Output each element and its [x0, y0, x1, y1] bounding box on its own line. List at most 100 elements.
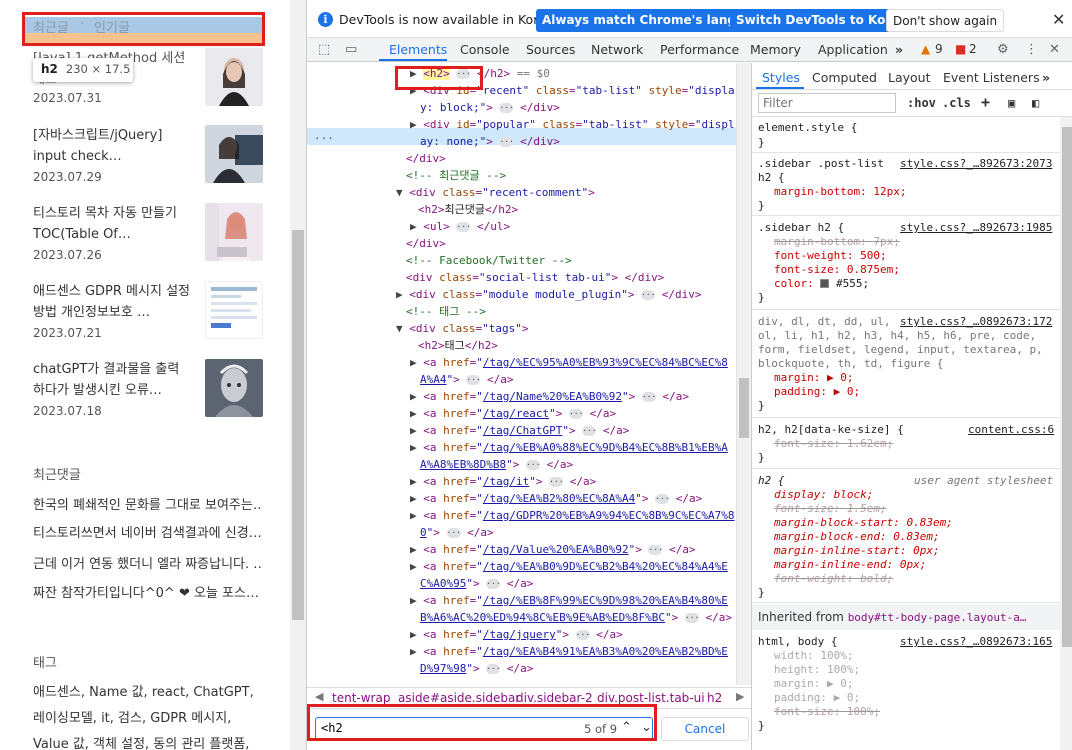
style-rule[interactable]: .sidebar h2 { style.css?_…892673:1985 ma…: [752, 216, 1060, 310]
rule-source-link[interactable]: style.css?_…892673:2073: [900, 157, 1052, 171]
rule-property-inactive[interactable]: margin: ▶ 0;: [774, 677, 853, 691]
post-item[interactable]: [자바스크립트/jQuery] input check… 2023.07.29: [33, 125, 263, 185]
rule-source-link[interactable]: style.css?_…0892673:165: [900, 635, 1052, 649]
tree-line[interactable]: ▼ <div class="tags">: [396, 320, 529, 337]
inherited-element-link[interactable]: body#tt-body-page.layout-a…: [848, 611, 1027, 624]
post-thumbnail[interactable]: [205, 203, 263, 261]
tree-line[interactable]: ▶ <div class="module module_plugin"> ···…: [396, 286, 701, 303]
tree-tag-link[interactable]: ▶ <a href="/tag/it"> ··· </a>: [410, 473, 596, 490]
tab-event-listeners[interactable]: Event Listeners: [943, 70, 1040, 85]
dom-tree-scrollbar[interactable]: [736, 63, 751, 685]
tree-tag-link[interactable]: ▶ <a href="/tag/Value%20%EA%B0%92"> ··· …: [410, 541, 696, 558]
style-rule[interactable]: html, body { style.css?_…0892673:165 wid…: [752, 630, 1060, 750]
tab-sources[interactable]: Sources: [526, 42, 575, 57]
comment-item[interactable]: 티스토리쓰면서 네이버 검색결과에 신경…: [33, 522, 263, 541]
post-title[interactable]: 애드센스 GDPR 메시지 설정 방법 개인정보보호 …: [33, 281, 193, 323]
comment-item[interactable]: 한국의 폐쇄적인 문화를 그대로 보여주는…: [33, 494, 263, 513]
comment-item[interactable]: 근데 이거 연동 했더니 엘라 짜증납니다. …: [33, 553, 263, 572]
post-item[interactable]: 애드센스 GDPR 메시지 설정 방법 개인정보보호 … 2023.07.21: [33, 281, 263, 341]
breadcrumb-item[interactable]: aside#aside.sidebar: [398, 691, 520, 705]
rule-property[interactable]: font-weight: 500;: [774, 249, 887, 263]
rule-property[interactable]: font-size: 0.875em;: [774, 263, 900, 277]
page-scrollbar[interactable]: [290, 0, 306, 750]
comment-item[interactable]: 짜잔 참작가티입니다^0^ ❤ 오늘 포스…: [33, 582, 263, 601]
tree-tag-link[interactable]: ▶ <a href="/tag/%EA%B4%91%EA%B3%A0%20%EA…: [410, 643, 728, 660]
more-subtabs-icon[interactable]: »: [1042, 70, 1050, 85]
tab-styles[interactable]: Styles: [762, 70, 800, 85]
style-rule[interactable]: div, dl, dt, dd, ul, style.css?_…0892673…: [752, 310, 1060, 418]
inspect-element-icon[interactable]: ⬚: [318, 42, 330, 57]
tree-tag-link[interactable]: ▶ <a href="/tag/jquery"> ··· </a>: [410, 626, 623, 643]
rule-property-inactive[interactable]: padding: ▶ 0;: [774, 691, 860, 705]
styles-filter-input[interactable]: [758, 93, 896, 113]
breadcrumb-item[interactable]: h2: [707, 691, 722, 705]
styles-scrollbar-thumb[interactable]: [1062, 127, 1072, 647]
tree-line[interactable]: <h2>최근댓글</h2>: [418, 201, 518, 218]
add-rule-icon[interactable]: +: [981, 93, 990, 111]
breadcrumb-item[interactable]: div.sidebar-2: [516, 691, 593, 705]
style-rule[interactable]: h2, h2[data-ke-size] { content.css:6 fon…: [752, 418, 1060, 469]
tree-line[interactable]: ▼ <div class="recent-comment">: [396, 184, 595, 201]
rule-property[interactable]: padding: ▶ 0;: [774, 385, 860, 399]
post-thumbnail[interactable]: [205, 125, 263, 183]
cancel-button[interactable]: Cancel: [661, 717, 749, 741]
tree-tag-link[interactable]: ▶ <a href="/tag/ChatGPT"> ··· </a>: [410, 422, 629, 439]
post-title[interactable]: [자바스크립트/jQuery] input check…: [33, 125, 193, 167]
rule-property-overridden[interactable]: margin-bottom: 7px;: [774, 235, 900, 249]
rule-property[interactable]: margin: ▶ 0;: [774, 371, 853, 385]
tab-computed[interactable]: Computed: [812, 70, 877, 85]
tree-tag-link[interactable]: ▶ <a href="/tag/%EB%A0%88%EC%9D%B4%EC%8B…: [410, 439, 728, 456]
gear-icon[interactable]: ⚙: [997, 42, 1009, 57]
tree-tag-link[interactable]: ▶ <a href="/tag/%EA%B0%9D%EC%B2%B4%20%EC…: [410, 558, 728, 575]
dont-show-again-button[interactable]: Don't show again: [886, 9, 1005, 32]
tag-cloud[interactable]: 애드센스, Name 값, react, ChatGPT, 레이싱모델, it,…: [33, 680, 268, 750]
more-tabs-icon[interactable]: »: [895, 42, 903, 57]
rule-source-link[interactable]: style.css?_…892673:1985: [900, 221, 1052, 235]
warning-icon[interactable]: ▲: [921, 42, 930, 56]
class-toggle[interactable]: .cls: [942, 96, 971, 110]
close-devtools-icon[interactable]: ✕: [1049, 42, 1060, 57]
kebab-menu-icon[interactable]: ⋮: [1025, 42, 1038, 57]
post-item[interactable]: chatGPT가 결과물을 출력 하다가 발생시킨 오류… 2023.07.18: [33, 359, 263, 419]
tree-comment[interactable]: <!-- 태그 -->: [406, 303, 486, 320]
device-toolbar-icon[interactable]: ▭: [345, 42, 357, 57]
tree-tag-link[interactable]: ▶ <a href="/tag/Name%20%EA%B0%92"> ··· <…: [410, 388, 689, 405]
breadcrumb-scroll-left-icon[interactable]: ◀: [315, 690, 323, 703]
breadcrumb-item[interactable]: div.post-list.tab-ui: [597, 691, 705, 705]
rule-property-overridden[interactable]: font-size: 100%;: [774, 705, 880, 719]
style-rule-user-agent[interactable]: h2 { user agent stylesheet display: bloc…: [752, 469, 1060, 603]
post-item[interactable]: 티스토리 목차 자동 만들기 TOC(Table Of… 2023.07.26: [33, 203, 263, 263]
tree-tag-link[interactable]: ▶ <a href="/tag/%EA%B2%80%EC%8A%A4"> ···…: [410, 490, 702, 507]
error-icon[interactable]: ■: [955, 42, 966, 56]
error-count[interactable]: 2: [969, 42, 977, 56]
rule-property[interactable]: margin-bottom: 12px;: [774, 185, 906, 199]
rule-property-overridden[interactable]: font-size: 1.62em;: [774, 437, 893, 451]
tree-tag-link[interactable]: ▶ <a href="/tag/GDPR%20%EB%A9%94%EC%8B%9…: [410, 507, 735, 524]
breadcrumb-item[interactable]: tent-wrap: [332, 691, 390, 705]
dom-tree-scrollbar-thumb[interactable]: [739, 378, 749, 438]
rule-property-inactive[interactable]: height: 100%;: [774, 663, 860, 677]
tab-application[interactable]: Application: [818, 42, 888, 57]
post-thumbnail[interactable]: [205, 281, 263, 339]
post-thumbnail[interactable]: [205, 48, 263, 106]
style-rule-element[interactable]: element.style { }: [752, 117, 1060, 153]
tab-layout[interactable]: Layout: [888, 70, 931, 85]
rule-property-inactive[interactable]: width: 100%;: [774, 649, 853, 663]
hover-state-toggle[interactable]: :hov: [907, 96, 936, 110]
style-rule[interactable]: .sidebar .post-list style.css?_…892673:2…: [752, 153, 1060, 216]
post-title[interactable]: chatGPT가 결과물을 출력 하다가 발생시킨 오류…: [33, 359, 193, 401]
post-title[interactable]: 티스토리 목차 자동 만들기 TOC(Table Of…: [33, 203, 193, 245]
tree-line[interactable]: ▶ <ul> ··· </ul>: [410, 218, 510, 235]
tab-elements[interactable]: Elements: [389, 42, 447, 57]
tree-tag-link[interactable]: ▶ <a href="/tag/%EC%95%A0%EB%93%9C%EC%84…: [410, 354, 728, 371]
rule-source-link[interactable]: style.css?_…0892673:172: [900, 315, 1052, 329]
close-icon[interactable]: ✕: [1052, 10, 1065, 29]
sidebar-toggle-icon[interactable]: ◧: [1032, 96, 1039, 110]
tree-comment[interactable]: <!-- Facebook/Twitter -->: [406, 252, 572, 269]
post-thumbnail[interactable]: [205, 359, 263, 417]
tree-line[interactable]: <h2>태그</h2>: [418, 337, 498, 354]
tree-line[interactable]: <div class="social-list tab-ui"> </div>: [406, 269, 664, 286]
tree-tag-link[interactable]: ▶ <a href="/tag/react"> ··· </a>: [410, 405, 616, 422]
tab-performance[interactable]: Performance: [660, 42, 739, 57]
page-scrollbar-thumb[interactable]: [292, 230, 304, 620]
